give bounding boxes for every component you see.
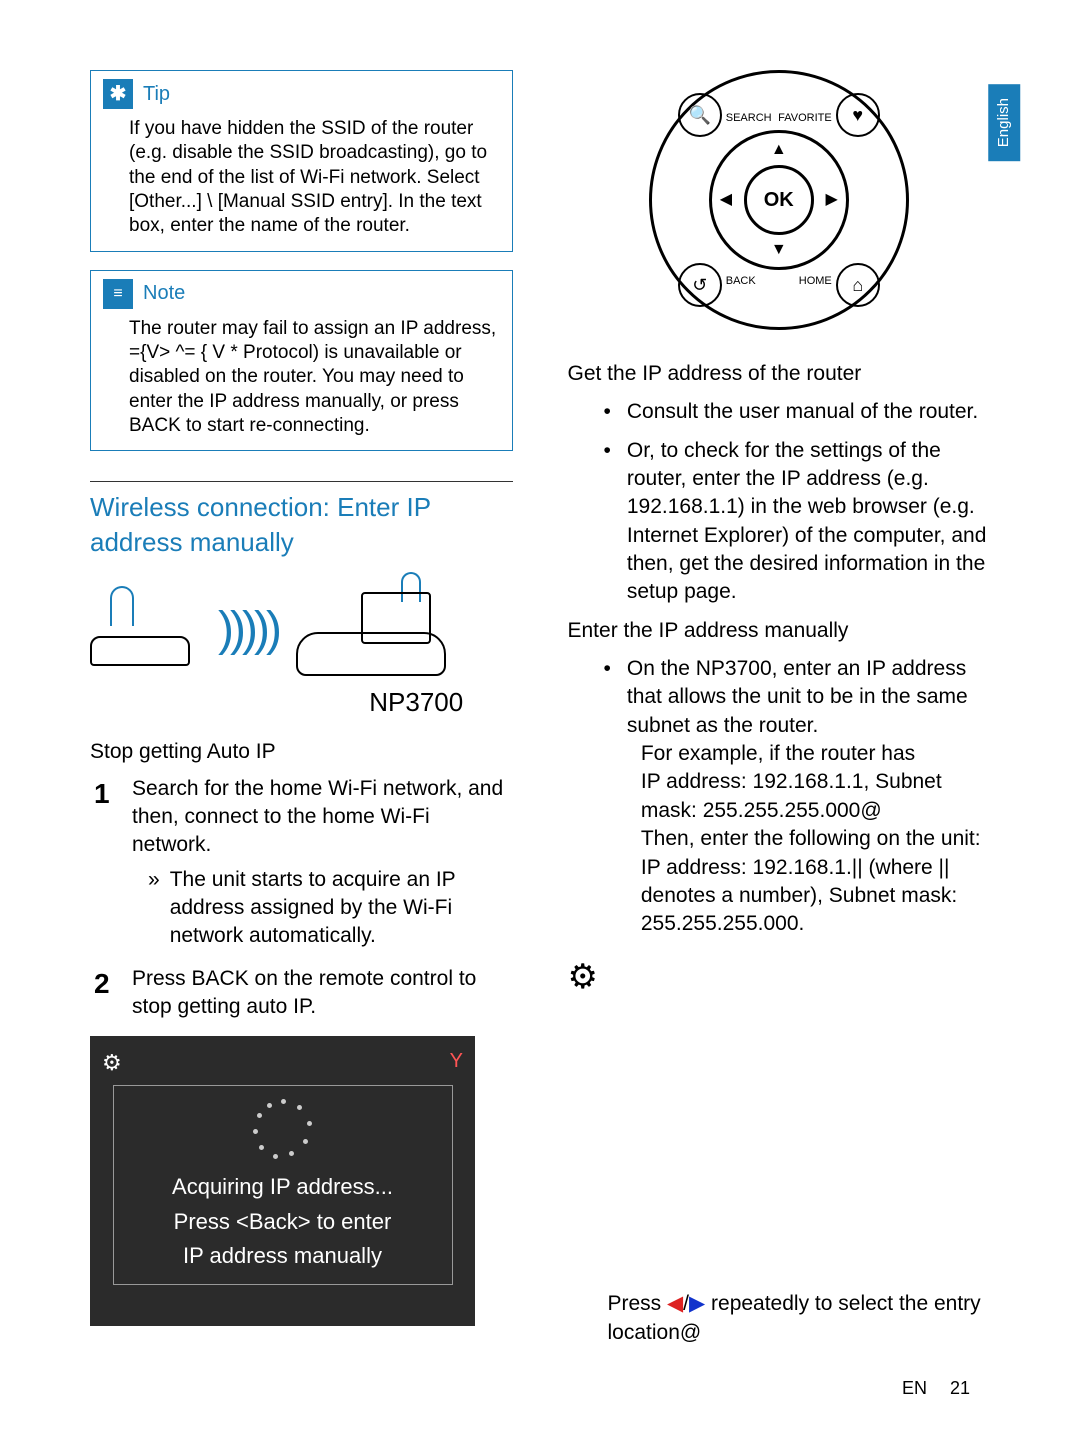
up-arrow-icon: ▲ (771, 139, 787, 161)
step-2: 2 Press BACK on the remote control to st… (94, 965, 513, 1022)
note-body: The router may fail to assign an IP addr… (103, 317, 500, 439)
step-1-sub: The unit starts to acquire an IP address… (170, 866, 513, 951)
stop-auto-ip-heading: Stop getting Auto IP (90, 738, 513, 766)
list-item: Consult the user manual of the router. (604, 398, 991, 426)
search-label: SEARCH (726, 111, 772, 126)
enter-ip-b2: For example, if the router has (627, 740, 990, 768)
enter-ip-b1: On the NP3700, enter an IP address that … (627, 655, 990, 740)
sub-bullet-arrow-icon: » (148, 866, 160, 951)
favorite-icon: ♥ (836, 93, 880, 137)
right-arrow-icon: ▶ (825, 189, 837, 211)
right-column: 🔍 SEARCH ♥ FAVORITE ↺ BACK ⌂ HOME ▲ ▼ ◀ … (568, 70, 991, 1347)
ok-button: OK (744, 165, 814, 235)
section-title: Wireless connection: Enter IP address ma… (90, 481, 513, 560)
page-footer: EN 21 (902, 1376, 970, 1400)
enter-ip-b3: IP address: 192.168.1.1, Subnet mask: 25… (627, 768, 990, 825)
get-ip-b2: Or, to check for the settings of the rou… (627, 437, 990, 607)
left-column: ✱ Tip If you have hidden the SSID of the… (90, 70, 513, 1347)
step-2-text: Press BACK on the remote control to stop… (132, 965, 513, 1022)
enter-ip-b4: Then, enter the following on the unit: I… (627, 825, 990, 938)
loading-spinner-icon (253, 1099, 313, 1159)
get-ip-b1: Consult the user manual of the router. (627, 398, 978, 426)
back-label: BACK (726, 274, 756, 289)
step-1: 1 Search for the home Wi-Fi network, and… (94, 775, 513, 951)
note-icon: ≡ (103, 279, 133, 309)
tip-body: If you have hidden the SSID of the route… (103, 117, 500, 239)
left-arrow-icon: ◀ (720, 189, 732, 211)
tip-callout: ✱ Tip If you have hidden the SSID of the… (90, 70, 513, 252)
left-triangle-icon: ◀ (667, 1292, 683, 1315)
router-icon (90, 586, 200, 676)
wifi-waves-icon: ))))) (218, 598, 278, 663)
screen-line-2: Press <Back> to enter (174, 1208, 392, 1237)
get-ip-heading: Get the IP address of the router (568, 360, 991, 388)
tip-icon: ✱ (103, 79, 133, 109)
list-item: On the NP3700, enter an IP address that … (604, 655, 991, 938)
footer-page: 21 (950, 1378, 970, 1398)
screen-line-3: IP address manually (183, 1242, 382, 1271)
note-label: Note (143, 280, 185, 307)
favorite-label: FAVORITE (778, 111, 832, 126)
step-1-text: Search for the home Wi-Fi network, and t… (132, 775, 513, 860)
remote-diagram: 🔍 SEARCH ♥ FAVORITE ↺ BACK ⌂ HOME ▲ ▼ ◀ … (649, 70, 909, 330)
device-label: NP3700 (320, 685, 513, 720)
search-icon: 🔍 (678, 93, 722, 137)
step-number: 1 (94, 775, 116, 951)
gear-icon: ⚙ (102, 1048, 122, 1078)
home-label: HOME (799, 274, 832, 289)
tip-label: Tip (143, 81, 170, 108)
settings-gear-icon: ⚙ (568, 955, 991, 1001)
home-icon: ⌂ (836, 263, 880, 307)
down-arrow-icon: ▼ (771, 239, 787, 261)
enter-ip-heading: Enter the IP address manually (568, 617, 991, 645)
language-tab: English (988, 84, 1020, 161)
list-item: Or, to check for the settings of the rou… (604, 437, 991, 607)
back-icon: ↺ (678, 263, 722, 307)
step-number: 2 (94, 965, 116, 1022)
device-icon (296, 578, 446, 683)
press-arrows-text: Press ◀/▶ Press ◀/▶ repeatedly to select… (568, 1290, 991, 1347)
note-callout: ≡ Note The router may fail to assign an … (90, 270, 513, 452)
signal-icon: Y (450, 1048, 463, 1078)
footer-lang: EN (902, 1378, 927, 1398)
right-triangle-icon: ▶ (689, 1292, 705, 1315)
device-screen-mock: ⚙ Y Acquiring IP address... Press <Back>… (90, 1036, 475, 1326)
dpad: ▲ ▼ ◀ ▶ OK (709, 130, 849, 270)
screen-line-1: Acquiring IP address... (172, 1173, 393, 1202)
connection-diagram: ))))) (90, 578, 513, 683)
